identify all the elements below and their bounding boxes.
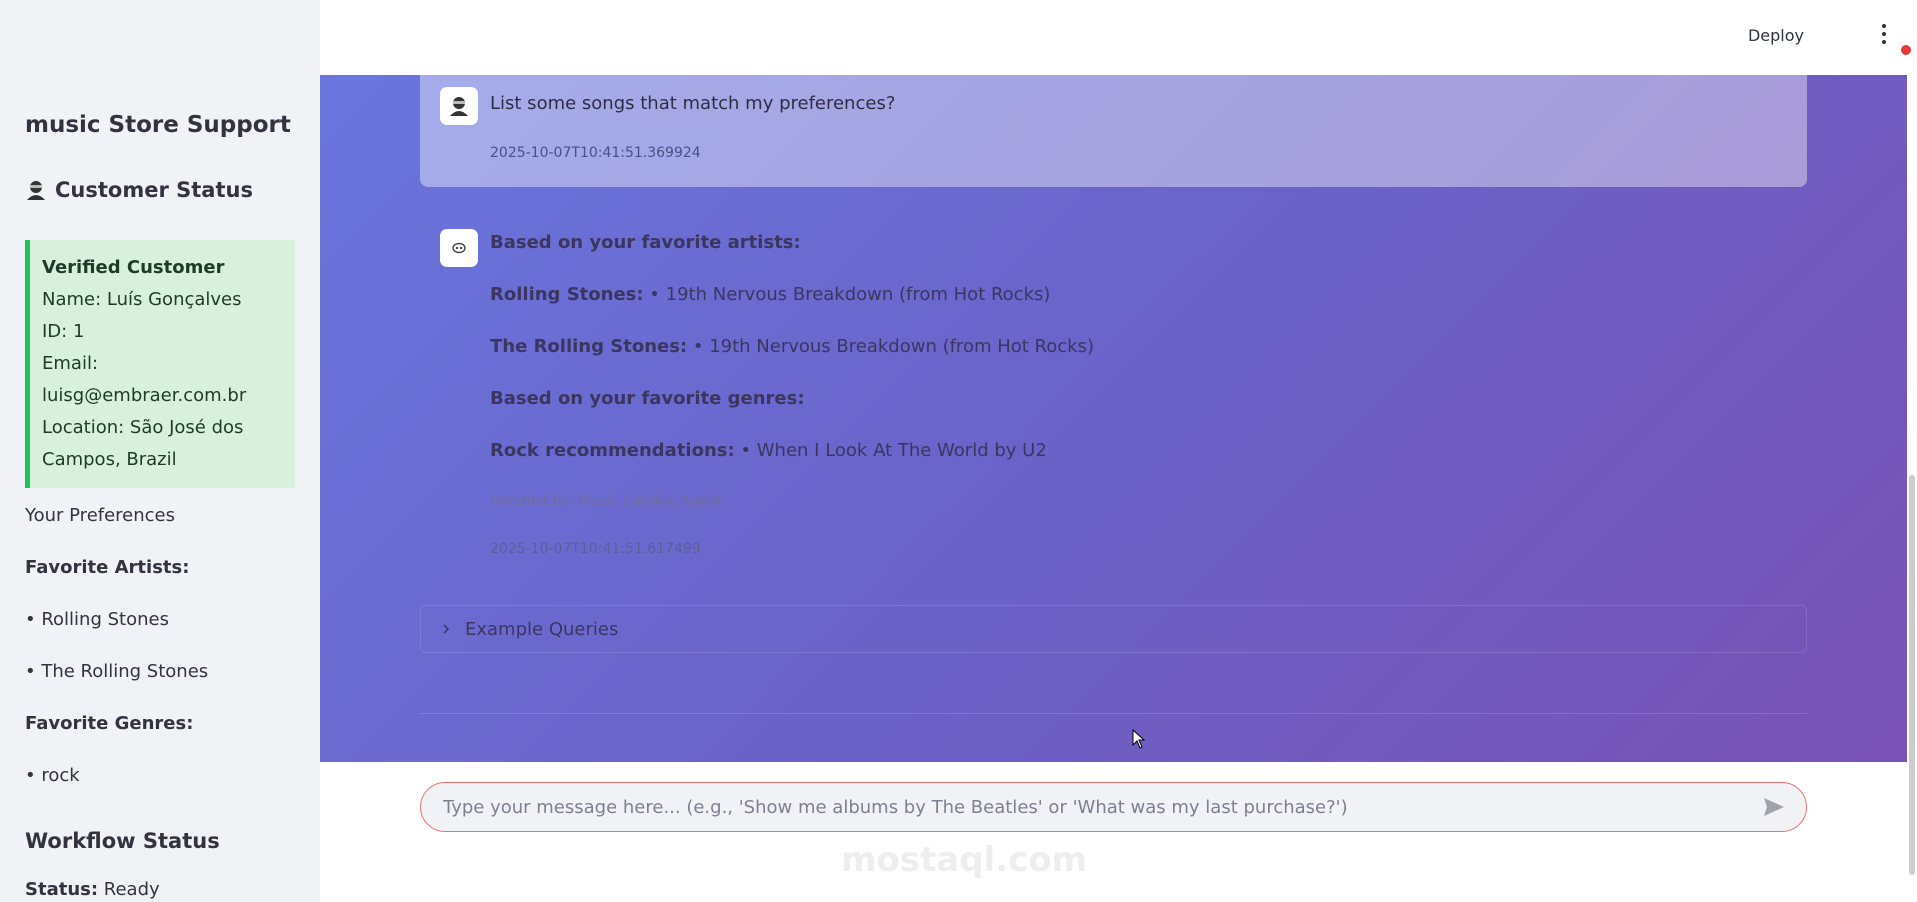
handled-by-label: Handled by: Music Catalog Agent	[490, 493, 722, 509]
workflow-status-line: Status: Ready	[25, 879, 160, 900]
customer-name: Name: Luís Gonçalves	[42, 289, 242, 310]
user-silhouette-icon	[450, 97, 468, 116]
chat-input-area: mostaql.com	[320, 762, 1907, 902]
scrollbar[interactable]	[1907, 0, 1917, 902]
sidebar: music Store Support Customer Status Veri…	[0, 0, 320, 902]
send-icon[interactable]	[1762, 795, 1786, 819]
app-title: music Store Support	[25, 112, 291, 138]
chevron-right-icon	[443, 624, 450, 634]
favorite-artists-label: Favorite Artists:	[25, 557, 190, 578]
user-message	[420, 75, 1807, 187]
customer-location-1: Location: São José dos	[42, 417, 244, 438]
assistant-avatar-icon	[440, 229, 478, 267]
expander-label: Example Queries	[465, 618, 619, 640]
app-header: Deploy	[320, 0, 1917, 75]
artist-item: • Rolling Stones	[25, 609, 169, 630]
customer-status-heading: Customer Status	[25, 178, 253, 202]
assistant-line: Rolling Stones: • 19th Nervous Breakdown…	[490, 284, 1051, 305]
divider	[420, 713, 1807, 714]
scrollbar-thumb[interactable]	[1909, 475, 1915, 875]
customer-status-label: Customer Status	[55, 178, 253, 202]
user-avatar-icon	[440, 87, 478, 125]
verified-customer-card: Verified Customer Name: Luís Gonçalves I…	[25, 240, 295, 488]
customer-email-label: Email:	[42, 353, 99, 374]
user-message-timestamp: 2025-10-07T10:41:51.369924	[490, 145, 701, 161]
assistant-line: Based on your favorite genres:	[490, 388, 805, 409]
genre-item: • rock	[25, 765, 80, 786]
assistant-line: Based on your favorite artists:	[490, 232, 801, 253]
customer-email: luisg@embraer.com.br	[42, 385, 247, 406]
favorite-genres-label: Favorite Genres:	[25, 713, 194, 734]
assistant-line: Rock recommendations: • When I Look At T…	[490, 440, 1047, 461]
preferences-label: Your Preferences	[25, 505, 176, 526]
deploy-button[interactable]: Deploy	[1748, 26, 1804, 45]
chat-area: List some songs that match my preference…	[320, 75, 1907, 762]
chat-input[interactable]	[441, 795, 1762, 819]
status-value: Ready	[103, 879, 160, 900]
bot-face-icon	[452, 242, 466, 254]
customer-id: ID: 1	[42, 321, 85, 342]
workflow-status-heading: Workflow Status	[25, 829, 220, 853]
verified-label: Verified Customer	[42, 257, 225, 278]
assistant-message-timestamp: 2025-10-07T10:41:51.617499	[490, 541, 701, 557]
user-silhouette-icon	[27, 181, 45, 200]
user-message-text: List some songs that match my preference…	[490, 93, 896, 114]
artist-item: • The Rolling Stones	[25, 661, 209, 682]
status-label: Status:	[25, 879, 99, 900]
chat-input-container	[420, 782, 1807, 832]
customer-location-2: Campos, Brazil	[42, 449, 177, 470]
mouse-cursor-icon	[1132, 729, 1146, 749]
example-queries-expander[interactable]: Example Queries	[420, 605, 1807, 653]
watermark-text: mostaql.com	[841, 840, 1088, 880]
main-menu-icon[interactable]	[1881, 24, 1887, 46]
assistant-line: The Rolling Stones: • 19th Nervous Break…	[490, 336, 1094, 357]
